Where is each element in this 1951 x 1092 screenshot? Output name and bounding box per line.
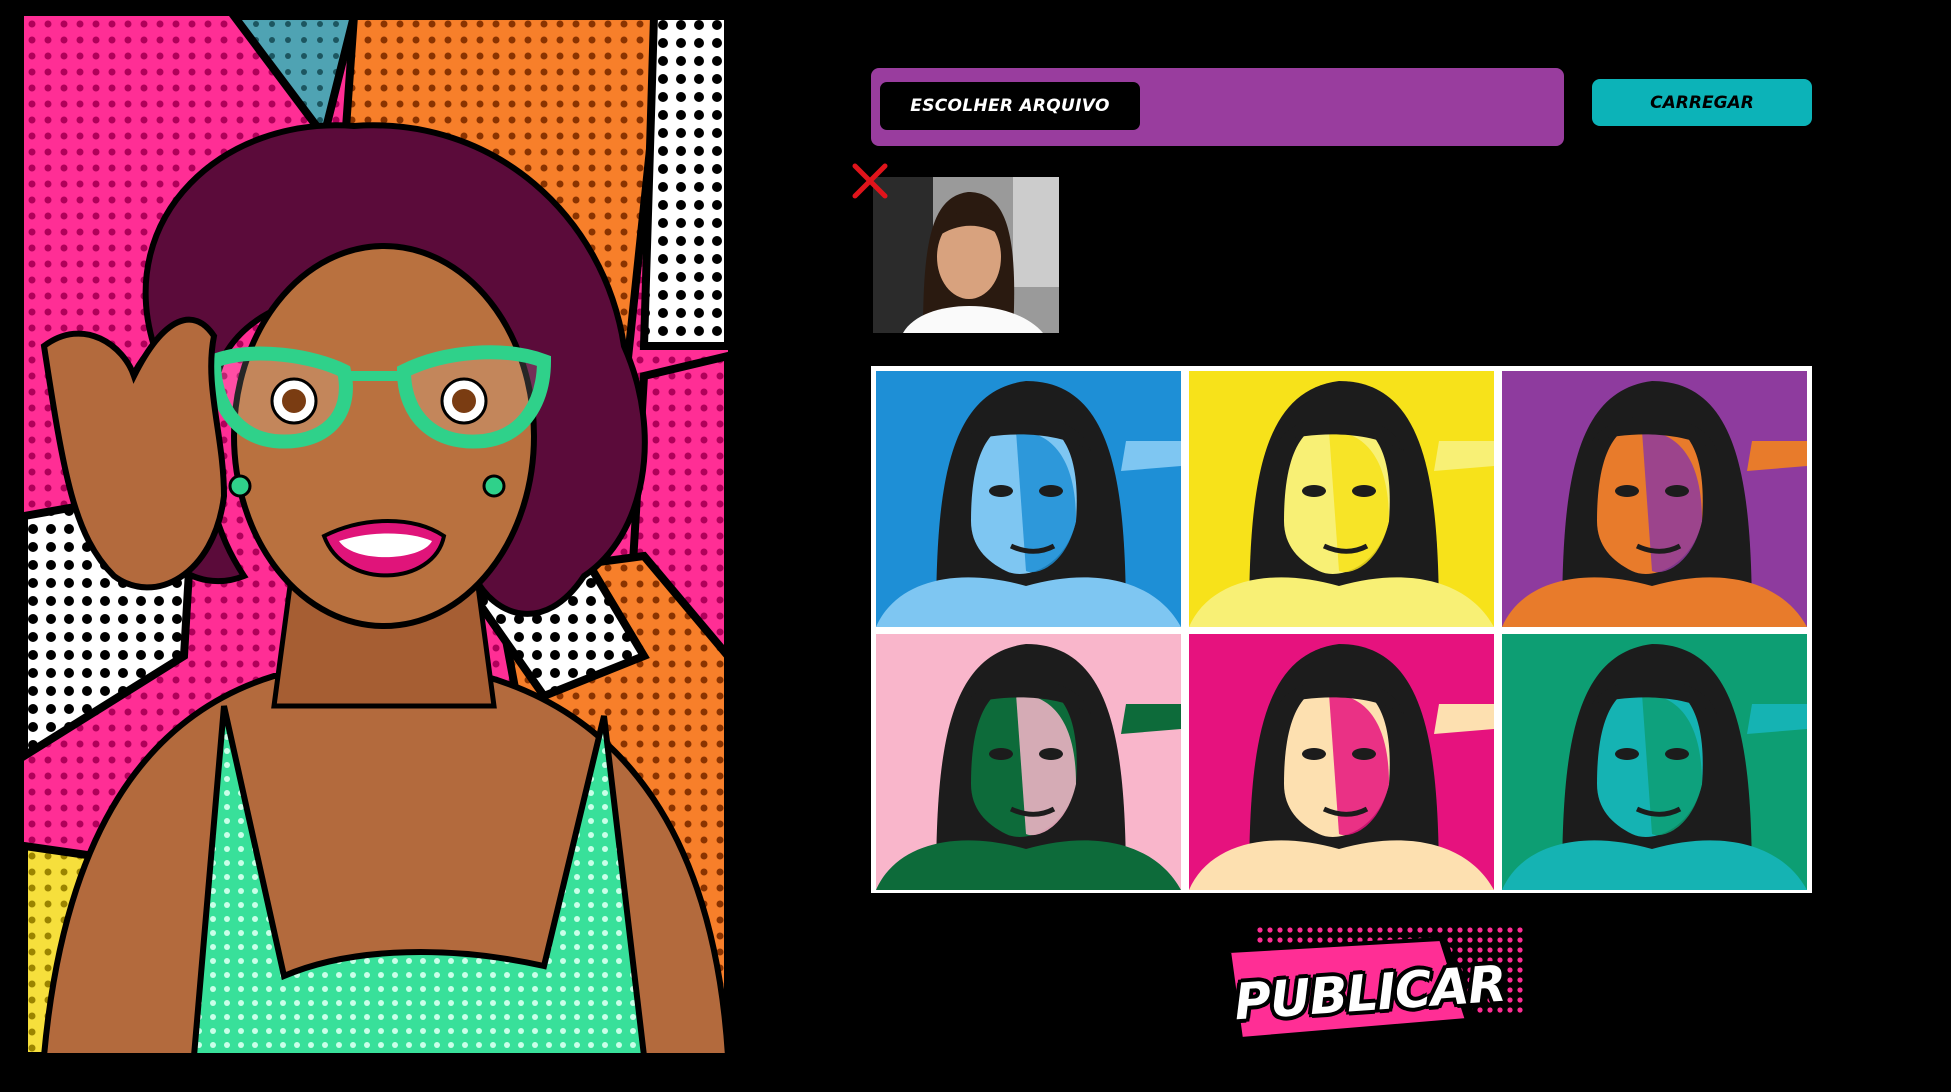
pop-art-tile xyxy=(1502,634,1807,890)
pop-art-poster xyxy=(24,16,728,1056)
page: ESCOLHER ARQUIVO CARREGAR PUBLICAR xyxy=(0,0,1951,1092)
choose-file-button[interactable]: ESCOLHER ARQUIVO xyxy=(880,82,1140,130)
upload-button[interactable]: CARREGAR xyxy=(1592,79,1812,126)
pop-art-tile xyxy=(1189,371,1494,627)
pop-art-tile xyxy=(876,634,1181,890)
publish-label: PUBLICAR xyxy=(1232,954,1508,1032)
pop-art-tile xyxy=(1502,371,1807,627)
file-input-bar[interactable]: ESCOLHER ARQUIVO xyxy=(871,68,1564,146)
close-icon[interactable] xyxy=(851,162,889,200)
pop-art-result-grid xyxy=(871,366,1812,893)
uploaded-photo-thumbnail xyxy=(873,177,1059,333)
publish-button[interactable]: PUBLICAR xyxy=(1215,925,1525,1075)
pop-art-tile xyxy=(1189,634,1494,890)
pop-art-tile xyxy=(876,371,1181,627)
